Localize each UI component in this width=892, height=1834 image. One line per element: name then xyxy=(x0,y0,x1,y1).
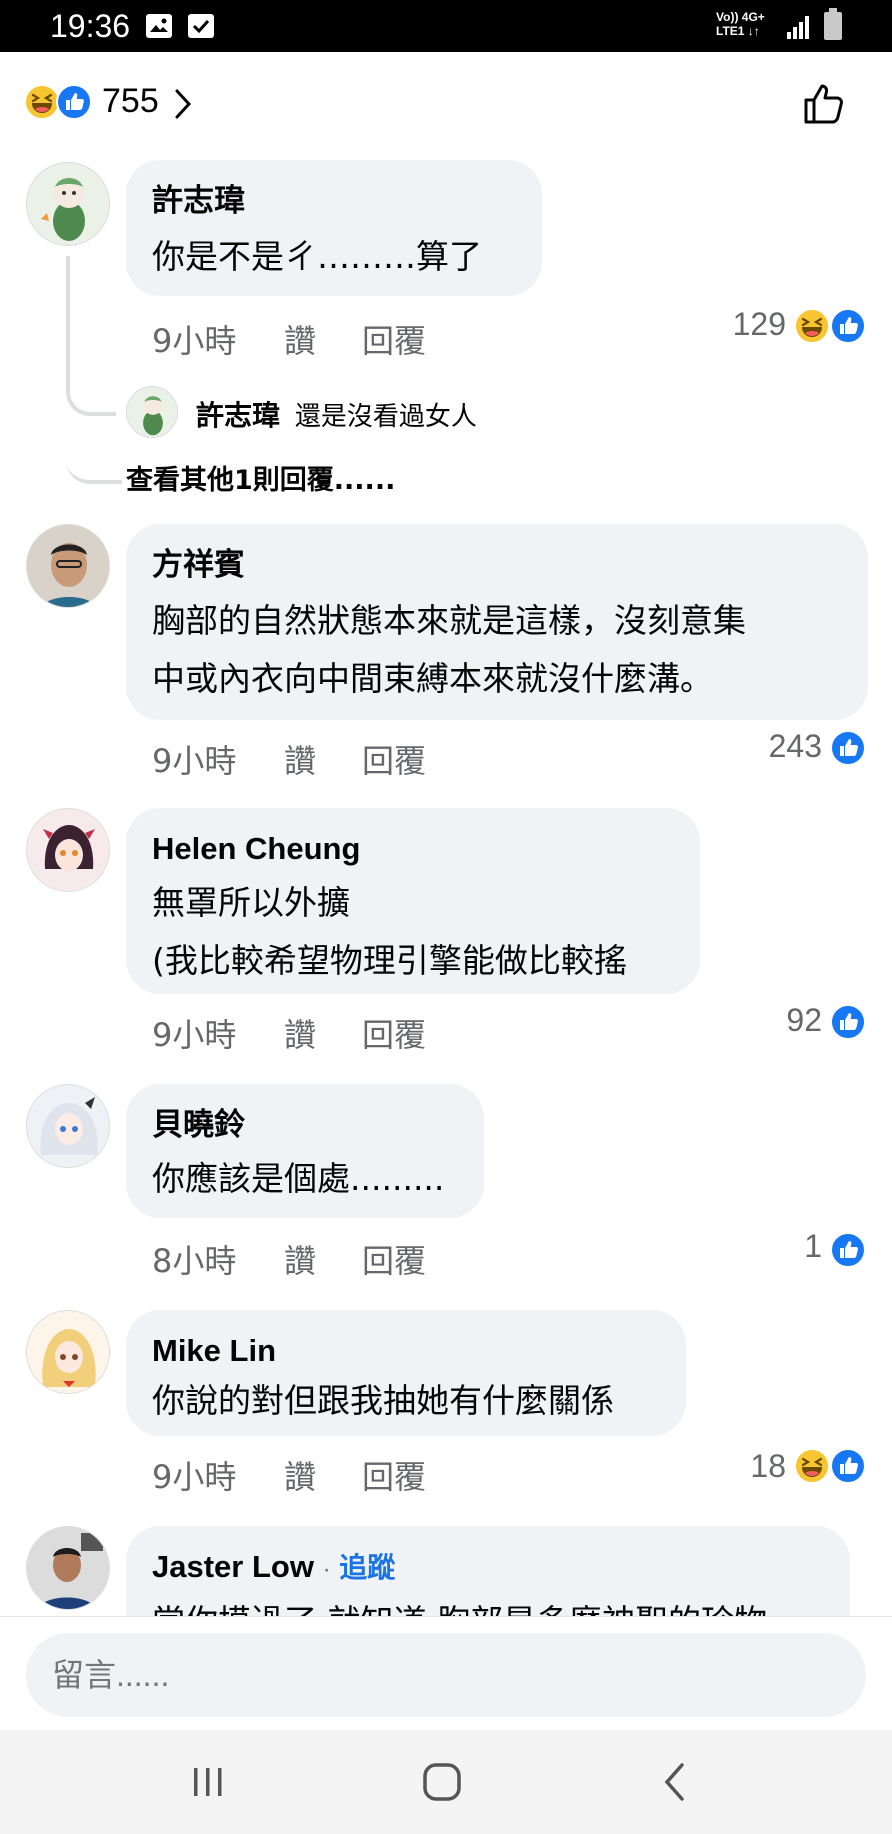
reply-text: 還是沒看過女人 xyxy=(294,402,477,432)
thread-line xyxy=(66,410,122,484)
like-emoji-icon xyxy=(56,84,92,120)
reaction-count-comment[interactable]: 92 xyxy=(720,1002,822,1039)
avatar[interactable] xyxy=(26,1310,110,1394)
man-photo-avatar xyxy=(27,1527,109,1609)
comment-meta: 8小時 讚 回覆 xyxy=(152,1236,452,1280)
reaction-count-comment[interactable]: 1 xyxy=(720,1228,822,1265)
commenter-name[interactable]: Mike Lin xyxy=(152,1330,660,1372)
like-link[interactable]: 讚 xyxy=(284,316,316,362)
reply-preview[interactable]: 許志瑋 還是沒看過女人 xyxy=(196,394,477,434)
haha-emoji-icon xyxy=(794,1448,830,1484)
avatar[interactable] xyxy=(26,1526,110,1610)
reaction-count-comment[interactable]: 18 xyxy=(700,1448,786,1485)
thumbs-up-icon[interactable] xyxy=(800,80,848,128)
like-emoji-icon xyxy=(830,1448,866,1484)
comment-input[interactable] xyxy=(26,1633,866,1717)
signal-icon xyxy=(787,16,809,39)
commenter-name[interactable]: 貝曉鈴 xyxy=(152,1104,458,1146)
avatar[interactable] xyxy=(26,808,110,892)
anime-girl-white-hair-avatar xyxy=(27,1085,109,1167)
battery-icon xyxy=(824,8,842,40)
haha-emoji-icon xyxy=(794,308,830,344)
like-emoji-icon xyxy=(830,308,866,344)
haha-emoji-icon xyxy=(24,84,60,120)
like-emoji-icon xyxy=(830,1004,866,1040)
reaction-count-comment[interactable]: 243 xyxy=(720,728,822,765)
comment-meta: 9小時 讚 回覆 xyxy=(152,1010,452,1054)
status-time: 19:36 xyxy=(50,8,131,44)
reply-link[interactable]: 回覆 xyxy=(362,316,426,362)
like-link[interactable]: 讚 xyxy=(284,1452,316,1498)
comment-bubble[interactable]: 貝曉鈴 你應該是個處......... xyxy=(126,1084,484,1218)
commenter-name-row: Jaster Low · 追蹤 xyxy=(152,1546,824,1591)
anime-girl-avatar xyxy=(27,809,109,891)
reply-link[interactable]: 回覆 xyxy=(362,1236,426,1282)
dragon-character-avatar xyxy=(41,178,85,241)
avatar[interactable] xyxy=(26,524,110,608)
comment-bubble[interactable]: 許志瑋 你是不是ㄔ………算了 xyxy=(126,160,542,296)
back-icon[interactable] xyxy=(662,1762,688,1802)
comment-text: 你是不是ㄔ………算了 xyxy=(152,237,482,276)
reply-link[interactable]: 回覆 xyxy=(362,736,426,782)
comment-time: 9小時 xyxy=(152,742,237,780)
comment-text: 你應該是個處......... xyxy=(152,1159,445,1198)
comment-time: 8小時 xyxy=(152,1242,237,1280)
comment-text: 胸部的自然狀態本來就是這樣，沒刻意集 中或內衣向中間束縛本來就沒什麼溝。 xyxy=(152,601,746,698)
dragon-character-avatar xyxy=(143,396,163,436)
comment-text: 你說的對但跟我抽她有什麼關係 xyxy=(152,1381,614,1420)
chevron-right-icon[interactable] xyxy=(172,88,194,120)
comment-composer xyxy=(0,1616,892,1731)
reply-link[interactable]: 回覆 xyxy=(362,1452,426,1498)
status-bar: 19:36 Vo)) 4G+ LTE1 ↓↑ xyxy=(0,0,892,52)
view-more-replies-link[interactable]: 查看其他1則回覆...... xyxy=(126,458,395,497)
avatar[interactable] xyxy=(126,386,178,438)
avatar[interactable] xyxy=(26,1084,110,1168)
network-indicator: Vo)) 4G+ LTE1 ↓↑ xyxy=(716,10,765,38)
avatar[interactable] xyxy=(26,162,110,246)
like-emoji-icon xyxy=(830,730,866,766)
system-nav-bar xyxy=(0,1730,892,1834)
like-link[interactable]: 讚 xyxy=(284,1010,316,1056)
commenter-name[interactable]: Helen Cheung xyxy=(152,828,674,870)
commenter-name[interactable]: 方祥賓 xyxy=(152,544,842,586)
home-icon[interactable] xyxy=(422,1762,462,1802)
reaction-count[interactable]: 755 xyxy=(102,82,159,121)
follow-link[interactable]: 追蹤 xyxy=(339,1552,395,1583)
comment-bubble[interactable]: 方祥賓 胸部的自然狀態本來就是這樣，沒刻意集 中或內衣向中間束縛本來就沒什麼溝。 xyxy=(126,524,868,720)
like-link[interactable]: 讚 xyxy=(284,1236,316,1282)
gallery-icon xyxy=(146,14,172,38)
comment-meta: 9小時 讚 回覆 xyxy=(152,736,452,780)
reaction-count-comment[interactable]: 129 xyxy=(700,306,786,343)
like-link[interactable]: 讚 xyxy=(284,736,316,782)
comment-bubble[interactable]: Mike Lin 你說的對但跟我抽她有什麼關係 xyxy=(126,1310,686,1436)
commenter-name[interactable]: Jaster Low xyxy=(152,1549,314,1584)
comment-time: 9小時 xyxy=(152,1458,237,1496)
comment-bubble[interactable]: Helen Cheung 無罩所以外擴 (我比較希望物理引擎能做比較搖 xyxy=(126,808,700,994)
comment-meta: 9小時 讚 回覆 xyxy=(152,316,452,360)
comment-time: 9小時 xyxy=(152,322,237,360)
recent-apps-icon[interactable] xyxy=(190,1766,226,1798)
commenter-name[interactable]: 許志瑋 xyxy=(152,180,516,222)
reply-commenter-name[interactable]: 許志瑋 xyxy=(196,399,280,432)
check-box-icon xyxy=(188,14,214,38)
man-photo-avatar xyxy=(27,525,109,607)
comment-time: 9小時 xyxy=(152,1016,237,1054)
reply-link[interactable]: 回覆 xyxy=(362,1010,426,1056)
thread-line xyxy=(66,256,116,416)
anime-girl-blonde-avatar xyxy=(27,1311,109,1393)
like-emoji-icon xyxy=(830,1232,866,1268)
comment-text: 無罩所以外擴 (我比較希望物理引擎能做比較搖 xyxy=(152,883,627,980)
comment-meta: 9小時 讚 回覆 xyxy=(152,1452,452,1496)
follow-separator: · xyxy=(322,1556,331,1583)
